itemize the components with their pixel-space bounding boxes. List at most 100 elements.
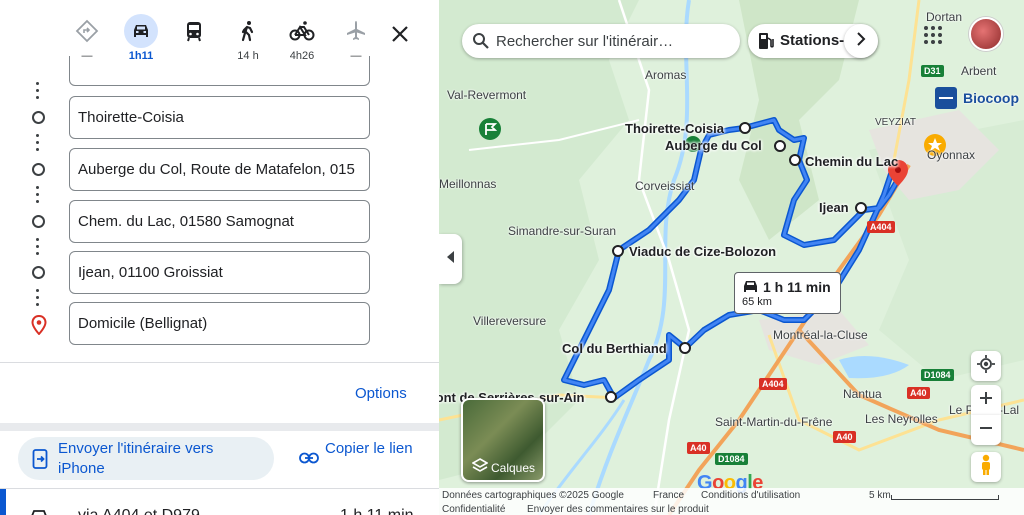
zoom-in-button[interactable] bbox=[971, 385, 1001, 415]
chips-scroll-next-button[interactable] bbox=[844, 24, 878, 58]
road-badge: D31 bbox=[921, 65, 944, 77]
stop-row: Auberge du Col, Route de Matafelon, 015 bbox=[0, 148, 439, 192]
send-to-phone-button[interactable]: Envoyer l'itinéraire vers iPhone bbox=[18, 437, 274, 480]
stop-circle-icon[interactable] bbox=[32, 215, 45, 228]
map-footer: Données cartographiques ©2025 Google Fra… bbox=[439, 488, 1024, 515]
layers-button[interactable]: Calques bbox=[461, 398, 545, 482]
minus-icon bbox=[979, 421, 993, 440]
search-placeholder: Rechercher sur l'itinérair… bbox=[496, 33, 674, 50]
flight-icon bbox=[339, 14, 373, 48]
pegman-icon bbox=[979, 454, 993, 481]
destination-input[interactable]: Domicile (Bellignat) bbox=[69, 302, 370, 345]
my-location-button[interactable] bbox=[971, 351, 1001, 381]
options-link[interactable]: Options bbox=[355, 385, 407, 402]
map-data-attribution: Données cartographiques ©2025 Google bbox=[442, 490, 624, 501]
privacy-link[interactable]: Confidentialité bbox=[442, 504, 505, 515]
route-info-bubble[interactable]: 1 h 11 min 65 km bbox=[734, 272, 841, 314]
copy-link-label: Copier le lien bbox=[325, 440, 413, 457]
place-label: Meillonnas bbox=[439, 177, 497, 191]
stop-circle-icon[interactable] bbox=[32, 266, 45, 279]
place-label: Dortan bbox=[926, 10, 963, 24]
place-label: Corveissiat bbox=[635, 179, 695, 193]
waypoint-label: Chemin du Lac bbox=[805, 154, 899, 169]
close-icon bbox=[391, 25, 409, 48]
copy-link-button[interactable]: Copier le lien bbox=[296, 437, 426, 480]
road-badge: D1084 bbox=[715, 453, 748, 465]
road-badge: D1084 bbox=[921, 369, 954, 381]
app-root: — 1h11 14 h 4h26 — Thoirette-Coisia Aube… bbox=[0, 0, 1024, 515]
stop-input[interactable]: Auberge du Col, Route de Matafelon, 015 bbox=[69, 148, 370, 191]
place-label: Oyonnax bbox=[927, 148, 976, 162]
place-label: Val-Revermont bbox=[447, 88, 527, 102]
road-badge: A404 bbox=[759, 378, 787, 390]
place-label: Les Neyrolles bbox=[865, 412, 938, 426]
zoom-out-button[interactable] bbox=[971, 415, 1001, 445]
road-badge: A40 bbox=[833, 431, 856, 443]
chevron-right-icon bbox=[856, 31, 866, 51]
plus-icon bbox=[979, 391, 993, 410]
waypoint-label: Viaduc de Cize-Bolozon bbox=[629, 244, 777, 259]
place-label: Saint-Martin-du-Frêne bbox=[715, 415, 833, 429]
stop-input-partial[interactable] bbox=[69, 56, 370, 86]
stop-row: Chem. du Lac, 01580 Samognat bbox=[0, 200, 439, 244]
place-label: Nantua bbox=[843, 387, 882, 401]
send-to-phone-label: Envoyer l'itinéraire vers iPhone bbox=[58, 440, 214, 477]
street-view-pegman[interactable] bbox=[971, 452, 1001, 482]
stop-row: Domicile (Bellignat) bbox=[0, 302, 439, 346]
stop-input[interactable]: Thoirette-Coisia bbox=[69, 96, 370, 139]
route-search-input[interactable]: Rechercher sur l'itinérair… bbox=[462, 24, 740, 58]
destination-pin-icon[interactable] bbox=[31, 314, 47, 340]
close-directions-button[interactable] bbox=[386, 22, 414, 50]
place-label: Arbent bbox=[961, 64, 997, 78]
stop-input[interactable]: Chem. du Lac, 01580 Samognat bbox=[69, 200, 370, 243]
my-location-icon bbox=[977, 354, 995, 378]
country-link[interactable]: France bbox=[653, 490, 684, 501]
google-apps-icon[interactable] bbox=[923, 25, 943, 50]
car-icon bbox=[124, 14, 158, 48]
stop-circle-icon[interactable] bbox=[32, 111, 45, 124]
road-badge: A40 bbox=[907, 387, 930, 399]
place-label: Simandre-sur-Suran bbox=[508, 224, 617, 238]
place-label[interactable]: Biocoop bbox=[963, 90, 1019, 106]
road-badge: A40 bbox=[687, 442, 710, 454]
place-label: Villereversure bbox=[473, 314, 547, 328]
divider bbox=[0, 423, 439, 431]
collapse-panel-button[interactable] bbox=[439, 234, 462, 284]
terms-link[interactable]: Conditions d'utilisation bbox=[701, 490, 800, 501]
route-selected-bar bbox=[0, 489, 6, 515]
route-option[interactable]: via A404 et D979 1 h 11 min bbox=[0, 488, 439, 515]
account-avatar[interactable] bbox=[969, 17, 1003, 51]
car-icon bbox=[30, 509, 48, 515]
stop-circle-icon[interactable] bbox=[32, 163, 45, 176]
waypoint-label: Auberge du Col bbox=[665, 138, 762, 153]
road-badge: A404 bbox=[867, 221, 895, 233]
place-label: Montréal-la-Cluse bbox=[773, 328, 868, 342]
route-time: 1 h 11 min bbox=[340, 507, 414, 515]
waypoint-label: Ijean bbox=[819, 200, 849, 215]
feedback-link[interactable]: Envoyer des commentaires sur le produit bbox=[527, 504, 709, 515]
stop-input[interactable]: Ijean, 01100 Groissiat bbox=[69, 251, 370, 294]
map-canvas[interactable]: Dortan Arbent Biocoop Aromas Val-Revermo… bbox=[439, 0, 1024, 515]
directions-panel: — 1h11 14 h 4h26 — Thoirette-Coisia Aube… bbox=[0, 0, 439, 515]
scale-label[interactable]: 5 km bbox=[869, 490, 891, 501]
link-icon bbox=[299, 451, 319, 469]
walk-icon bbox=[231, 14, 265, 48]
directions-icon bbox=[70, 14, 104, 48]
bubble-duration: 1 h 11 min bbox=[763, 279, 831, 295]
waypoint-label: Col du Berthiand bbox=[562, 341, 667, 356]
place-label: Aromas bbox=[645, 68, 687, 82]
place-label: VEYZIAT bbox=[875, 117, 916, 128]
transit-icon bbox=[177, 14, 211, 48]
stop-row: Ijean, 01100 Groissiat bbox=[0, 251, 439, 295]
send-to-device-icon bbox=[32, 449, 48, 474]
bubble-distance: 65 km bbox=[742, 296, 772, 308]
layers-label: Calques bbox=[491, 461, 536, 475]
divider bbox=[0, 362, 439, 363]
gas-station-icon bbox=[758, 32, 774, 55]
bike-icon bbox=[285, 14, 319, 48]
search-icon bbox=[472, 32, 490, 55]
stop-row: Thoirette-Coisia bbox=[0, 96, 439, 140]
scale-bar bbox=[891, 495, 999, 500]
waypoint-label: Thoirette-Coisia bbox=[625, 121, 724, 136]
layers-icon bbox=[471, 458, 489, 479]
